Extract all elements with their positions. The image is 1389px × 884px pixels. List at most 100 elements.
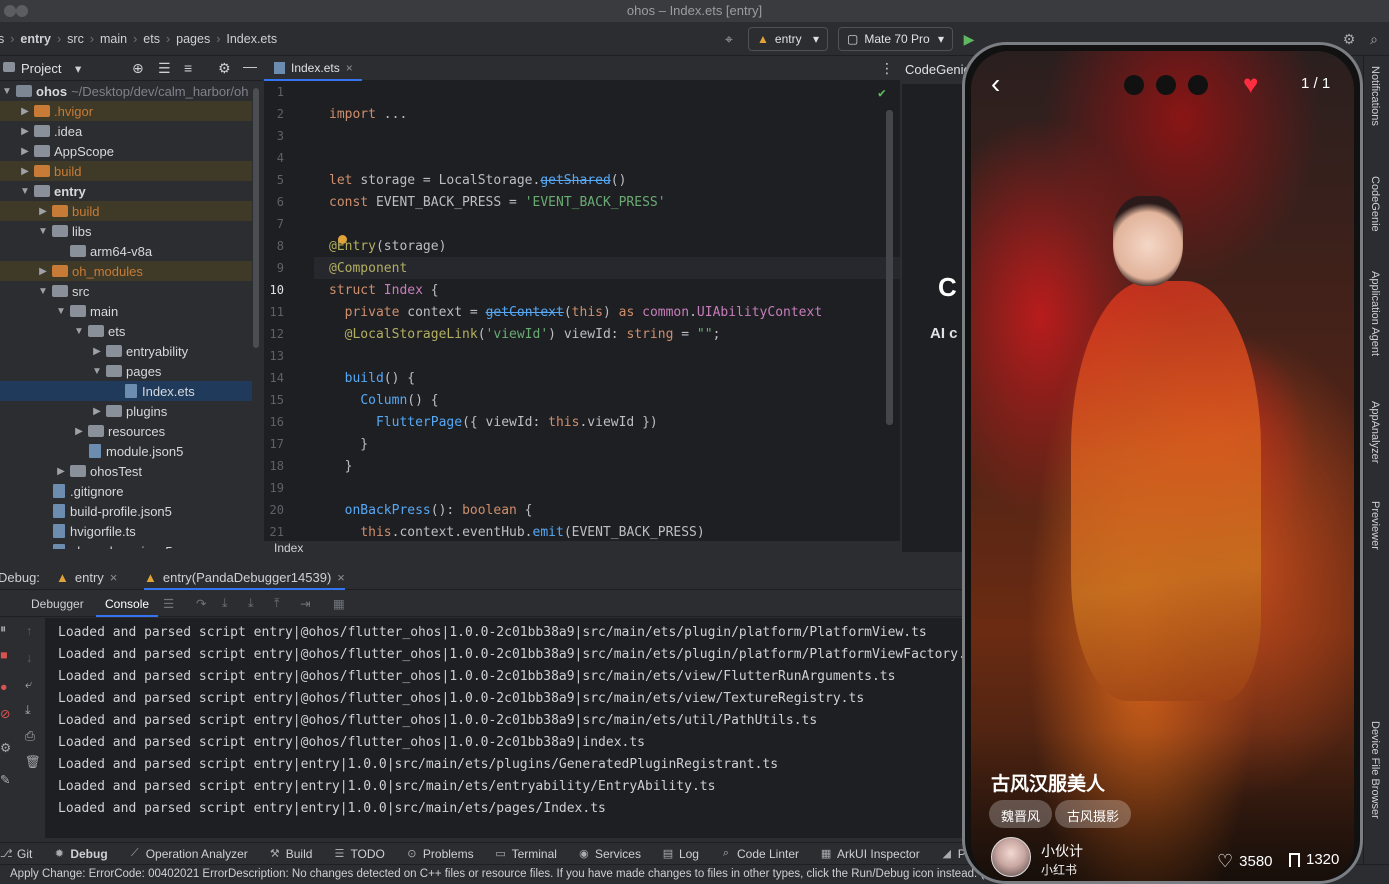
tree-root[interactable]: ▼ ohos ~/Desktop/dev/calm_harbor/oh [0, 81, 252, 101]
code-line[interactable]: @LocalStorageLink('viewId') viewId: stri… [329, 327, 721, 342]
toolwindow-problems[interactable]: ⊙ Problems [406, 847, 473, 861]
breadcrumb-item[interactable]: s [0, 32, 4, 46]
print-icon[interactable]: ⎙ [25, 729, 35, 744]
menu-icon[interactable]: ☰ [163, 596, 174, 611]
breadcrumb-item[interactable]: Index.ets [226, 32, 277, 46]
tree-item[interactable]: ▶ resources [0, 421, 252, 441]
toolwindow-debug[interactable]: ✹ Debug [53, 847, 108, 861]
code-line[interactable]: @Component [329, 261, 407, 276]
editor-scrollbar[interactable] [886, 110, 893, 425]
tree-item[interactable]: .gitignore [0, 481, 252, 501]
tree-item[interactable]: ▼ ets [0, 321, 252, 341]
gear-icon[interactable]: ⚙ [218, 60, 231, 77]
console-output[interactable]: Loaded and parsed script entry|@ohos/flu… [46, 618, 968, 838]
code-line[interactable]: let storage = LocalStorage.getShared() [329, 173, 626, 188]
toolwindow-terminal[interactable]: ▭ Terminal [495, 847, 557, 861]
tree-item[interactable]: build-profile.json5 [0, 501, 252, 521]
side-tool-label[interactable]: Previewer [1369, 501, 1381, 550]
expand-all-icon[interactable]: ☰ [158, 60, 171, 77]
tag-chip[interactable]: 古风摄影 [1055, 800, 1132, 828]
chevron-right-icon[interactable]: ▶ [36, 206, 50, 217]
code-line[interactable]: } [329, 459, 353, 474]
soft-wrap-icon[interactable]: ⤶ [25, 677, 32, 692]
chevron-right-icon[interactable]: ▶ [18, 106, 32, 117]
chevron-down-icon[interactable]: ▼ [90, 366, 104, 377]
tree-item[interactable]: arm64-v8a [0, 241, 252, 261]
trash-icon[interactable]: 🗑 [25, 755, 41, 770]
locate-icon[interactable]: ⊕ [132, 60, 144, 77]
target-icon[interactable]: ⌖ [721, 31, 737, 47]
heart-icon[interactable]: ♥ [1243, 71, 1258, 97]
chevron-down-icon[interactable]: ▼ [72, 326, 86, 337]
chevron-right-icon[interactable]: ▶ [90, 346, 104, 357]
tree-item[interactable]: ▶ build [0, 161, 252, 181]
code-line[interactable]: private context = getContext(this) as co… [329, 305, 823, 320]
tree-item[interactable]: ▼ libs [0, 221, 252, 241]
code-line[interactable]: FlutterPage({ viewId: this.viewId }) [329, 415, 658, 430]
chevron-down-icon[interactable]: ▼ [36, 226, 50, 237]
debug-tab-entry[interactable]: ▲ entry × [56, 570, 117, 585]
code-line[interactable]: import ... [329, 107, 407, 122]
close-icon[interactable]: × [346, 61, 353, 75]
step-over-icon[interactable]: ↷ [196, 596, 206, 611]
table-icon[interactable]: ▦ [333, 596, 345, 611]
avatar[interactable] [991, 837, 1031, 877]
side-tool-label[interactable]: Notifications [1369, 66, 1381, 126]
tree-item[interactable]: ▼ src [0, 281, 252, 301]
tree-item[interactable]: ▶ ohosTest [0, 461, 252, 481]
gear-icon[interactable]: ⚙ [0, 740, 11, 755]
toolwindow-todo[interactable]: ☰ TODO [333, 847, 385, 861]
tag-chip[interactable]: 魏晋风 [989, 800, 1053, 828]
toolwindow-services[interactable]: ◉ Services [578, 847, 641, 861]
chevron-right-icon[interactable]: ▶ [18, 126, 32, 137]
stop-icon[interactable]: ■ [0, 648, 8, 662]
scroll-to-end-icon[interactable]: ⤓ [25, 703, 31, 718]
save-button[interactable]: 1320 [1289, 851, 1339, 868]
tree-item[interactable]: Index.ets [0, 381, 252, 401]
tree-item[interactable]: ▶ AppScope [0, 141, 252, 161]
back-arrow-icon[interactable]: ‹ [991, 70, 1015, 98]
toolwindow-operation-analyzer[interactable]: ⟋ Operation Analyzer [129, 847, 248, 861]
project-panel-title[interactable]: Project [21, 61, 61, 76]
search-icon[interactable]: ⌕ [1366, 31, 1382, 47]
side-tool-label[interactable]: Application Agent [1369, 271, 1381, 356]
author-name[interactable]: 小伙计 [1041, 841, 1083, 861]
tree-item[interactable]: oh-package.json5 [0, 541, 252, 549]
tree-item[interactable]: ▼ pages [0, 361, 252, 381]
tab-console[interactable]: Console [96, 591, 159, 617]
like-button[interactable]: ♡ 3580 [1217, 851, 1273, 872]
gear-icon[interactable]: ⚙ [1341, 31, 1357, 47]
code-line[interactable]: this.context.eventHub.emit(EVENT_BACK_PR… [329, 525, 704, 540]
tree-item[interactable]: ▼ main [0, 301, 252, 321]
tab-debugger[interactable]: Debugger [31, 597, 84, 611]
tree-item[interactable]: ▶ oh_modules [0, 261, 252, 281]
close-icon[interactable]: × [110, 570, 118, 585]
tree-item[interactable]: ▶ .hvigor [0, 101, 252, 121]
code-editor[interactable]: 12345678910111213141516171819202122 impo… [264, 81, 900, 541]
chevron-right-icon[interactable]: ▶ [36, 266, 50, 277]
up-icon[interactable]: ↑ [26, 624, 32, 638]
pause-icon[interactable]: ⏸ [0, 622, 6, 637]
mute-breakpoints-icon[interactable]: ⊘ [0, 706, 10, 721]
pin-icon[interactable]: ✎ [0, 772, 10, 787]
side-tool-label[interactable]: Device File Browser [1369, 721, 1381, 819]
side-tool-label[interactable]: CodeGenie [1369, 176, 1381, 232]
more-options-icon[interactable]: ⋮ [880, 60, 894, 77]
tab-index-ets[interactable]: Index.ets × [264, 56, 362, 81]
code-line[interactable]: } [329, 437, 368, 452]
run-to-cursor-icon[interactable]: ⇥ [300, 596, 310, 611]
tree-item[interactable]: module.json5 [0, 441, 252, 461]
device-select[interactable]: ▢ Mate 70 Pro ▾ [838, 27, 953, 51]
chevron-down-icon[interactable]: ▼ [18, 186, 32, 197]
chevron-right-icon[interactable]: ▶ [72, 426, 86, 437]
code-line[interactable]: onBackPress(): boolean { [329, 503, 533, 518]
breadcrumb-item[interactable]: src [67, 32, 84, 46]
chevron-down-icon[interactable]: ▼ [54, 306, 68, 317]
force-step-icon[interactable]: ⤓ [248, 596, 254, 611]
code-line[interactable]: const EVENT_BACK_PRESS = 'EVENT_BACK_PRE… [329, 195, 666, 210]
breadcrumb-item[interactable]: main [100, 32, 127, 46]
code-line[interactable]: Column() { [329, 393, 438, 408]
toolwindow-build[interactable]: ⚒ Build [269, 847, 313, 861]
toolwindow-log[interactable]: ▤ Log [662, 847, 699, 861]
chevron-right-icon[interactable]: ▶ [90, 406, 104, 417]
